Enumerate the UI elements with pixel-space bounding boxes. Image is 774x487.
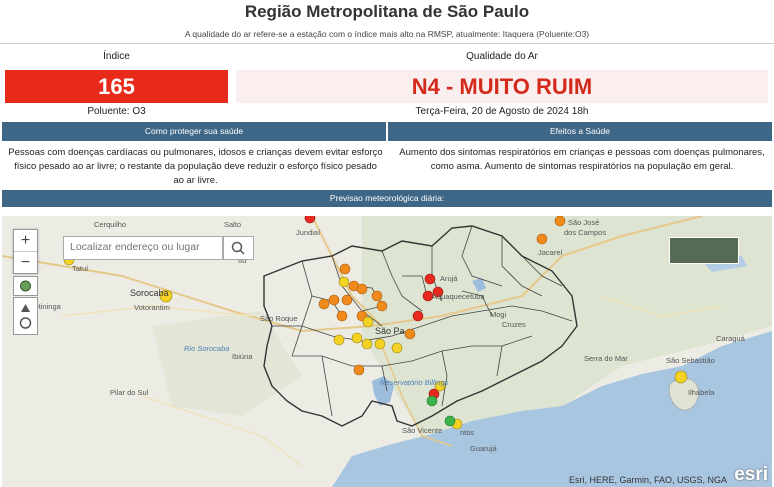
label-guaruja: Guarujá [470,444,497,453]
page-title: Região Metropolitana de São Paulo [244,2,530,21]
globe-icon [20,280,31,292]
label-santos: ntos [460,428,475,437]
search-button[interactable] [223,236,254,260]
label-cerquilho: Cerquilho [94,220,127,229]
search-field[interactable] [63,236,223,260]
search-input[interactable] [64,237,221,257]
locate-button[interactable] [13,297,38,335]
basemap-toggle[interactable] [669,237,739,264]
label-tatui: Tatuí [72,264,89,273]
pollutant-label: Poluente: O3 [87,106,146,117]
label-jundiai: Jundiaí [296,228,321,237]
label-ilhabela: Ilhabela [688,388,715,397]
zoom-in-button[interactable]: + [14,230,37,252]
label-sao-paulo: São Pa [375,326,405,336]
label-reservatorio: Reservatório Billings [380,378,449,387]
esri-logo: esri [734,464,768,485]
search-icon [231,241,245,255]
label-cruzes: Cruzes [502,320,526,329]
index-header: Índice [103,51,130,62]
label-ibiuna: Ibiúna [232,352,253,361]
divider [0,43,774,44]
page-subtitle: A qualidade do ar refere-se a estação co… [184,29,590,39]
label-serra: Serra do Mar [584,354,628,363]
locate-icon [19,304,32,329]
map-attribution: Esri, HERE, Garmin, FAO, USGS, NGA [568,475,727,485]
label-sao-roque: São Roque [260,314,298,323]
home-button[interactable] [13,276,38,296]
label-salto: Salto [224,220,242,229]
label-mogi: Mogi [490,310,507,319]
label-dos-campos: dos Campos [564,228,607,237]
label-sao-sebastiao: São Sebastião [666,356,715,365]
label-pilar-do-sul: Pilar do Sul [110,388,149,397]
health-effects-header: Efeitos a Saúde [388,122,772,141]
label-sao-jose: São José [568,218,600,227]
label-jacarei: Jacareí [538,248,563,257]
protect-health-header: Como proteger sua saúde [2,122,386,141]
label-caragua: Caraguá [716,334,745,343]
forecast-header: Previsao meteorológica diária: [2,190,772,207]
map-view[interactable]: Cerquilho Salto Jundiaí Itu Tatuí Soroca… [2,216,772,487]
label-aquaquecetuba: Aquaquecetuba [432,292,485,301]
zoom-controls: + − [13,229,38,274]
label-aruja: Arujá [440,274,458,283]
label-sorocaba: Sorocaba [130,288,169,298]
protect-health-text: Pessoas com doenças cardíacas ou pulmona… [8,147,383,186]
quality-header: Qualidade do Ar [466,51,538,62]
health-effects-text: Aumento dos sintomas respiratórios em cr… [399,147,765,172]
label-votorantim: Votorantim [134,303,170,312]
label-rio-sorocaba: Rio Sorocaba [184,344,230,353]
zoom-out-button[interactable]: − [14,252,37,273]
date-label: Terça-Feira, 20 de Agosto de 2024 18h [415,106,589,117]
quality-value: N4 - MUITO RUIM [236,70,768,103]
label-sao-vicente: São Vicente [402,426,443,435]
index-value: 165 [5,70,228,103]
